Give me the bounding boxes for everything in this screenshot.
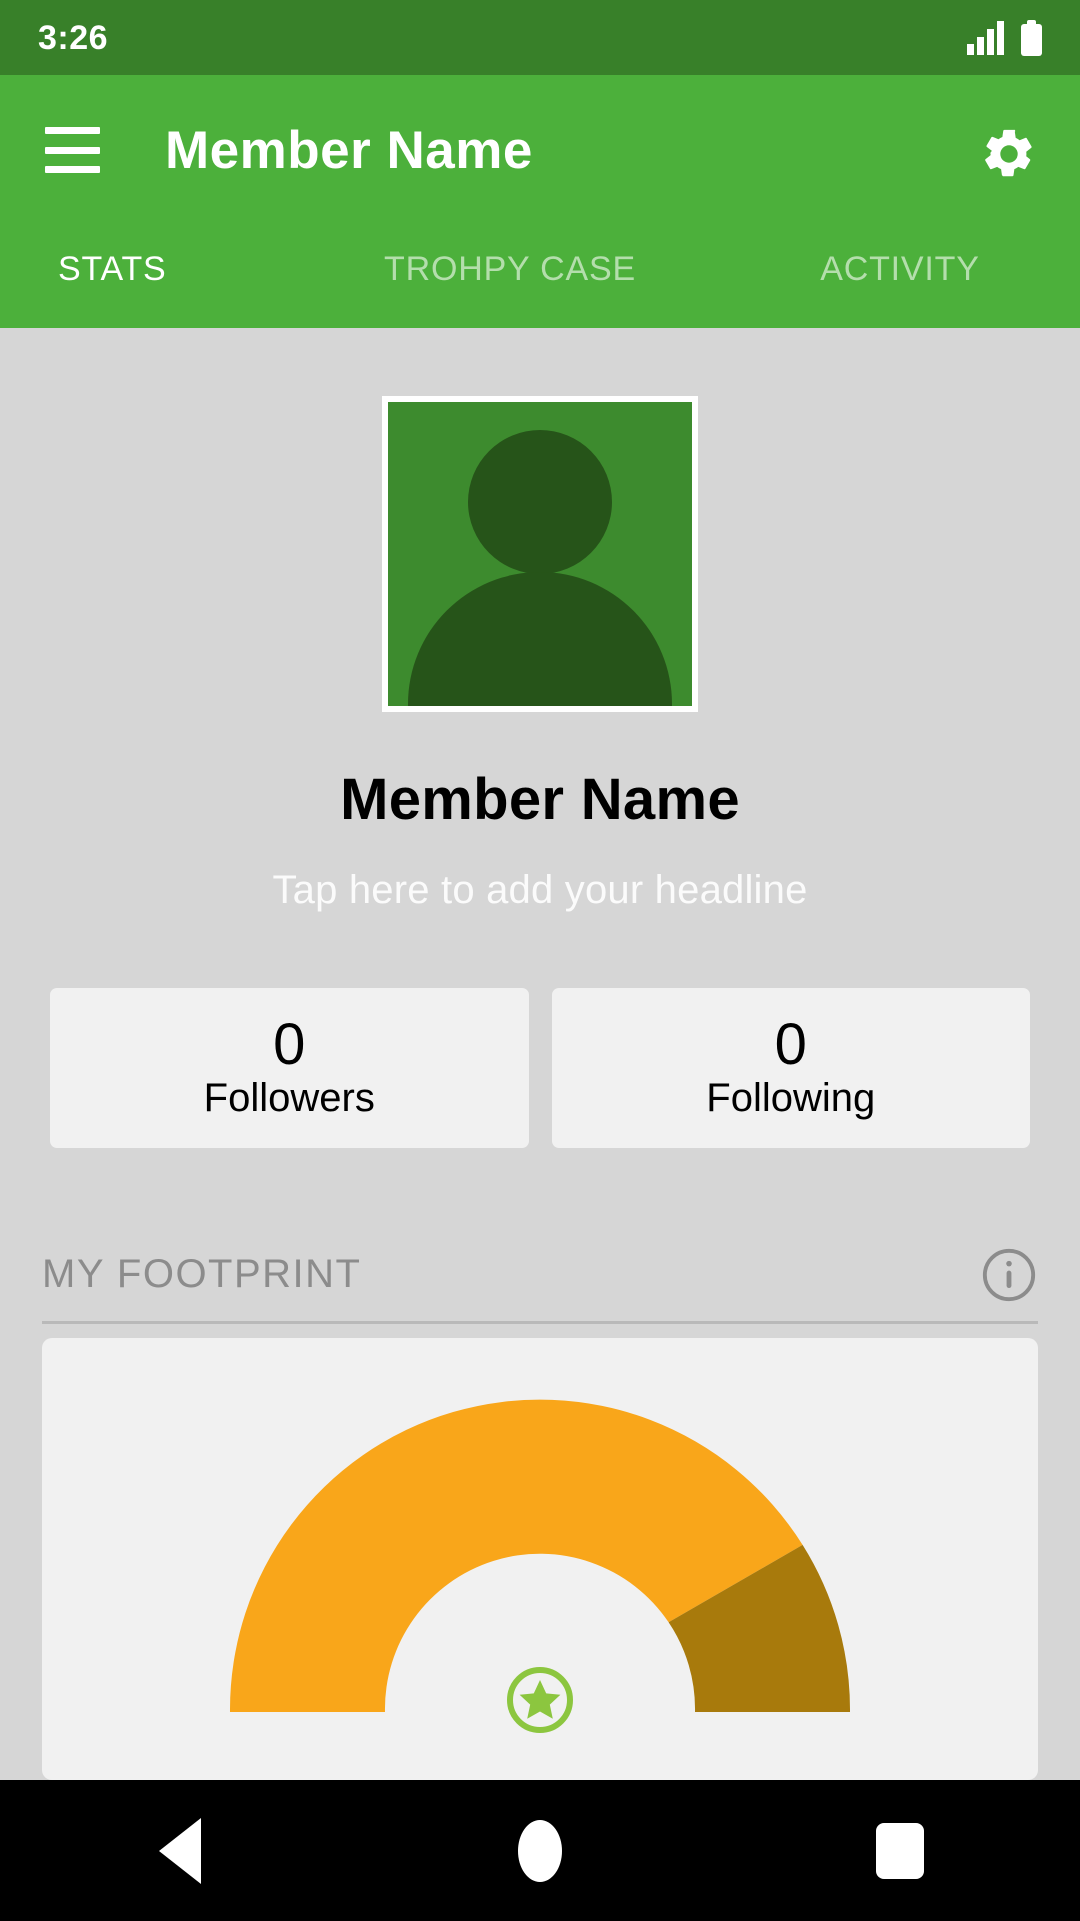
gear-icon[interactable] xyxy=(980,125,1038,183)
nav-recents-button[interactable] xyxy=(840,1806,960,1896)
tab-trophy-case[interactable]: TROHPY CASE xyxy=(300,250,720,303)
following-label: Following xyxy=(706,1075,876,1120)
following-count: 0 xyxy=(774,1012,807,1078)
footprint-gauge-card[interactable] xyxy=(42,1338,1038,1780)
profile-name: Member Name xyxy=(340,767,740,832)
android-navigation-bar xyxy=(0,1780,1080,1921)
status-bar: 3:26 xyxy=(0,0,1080,75)
followers-label: Followers xyxy=(203,1075,375,1120)
section-title: MY FOOTPRINT xyxy=(42,1252,362,1296)
content-area: Member Name Tap here to add your headlin… xyxy=(0,328,1080,1780)
tab-stats[interactable]: STATS xyxy=(0,250,300,303)
signal-bars-icon xyxy=(967,20,1004,55)
page-title: Member Name xyxy=(165,120,533,180)
my-footprint-header: MY FOOTPRINT xyxy=(42,1228,1038,1324)
back-triangle-icon xyxy=(159,1817,201,1884)
avatar-body-icon xyxy=(408,572,672,706)
followers-card[interactable]: 0 Followers xyxy=(50,988,529,1148)
app-bar-row: Member Name xyxy=(0,75,1080,225)
footprint-gauge-chart xyxy=(229,1399,851,1733)
avatar-head-icon xyxy=(468,430,612,574)
phone-screen: 3:26 Member Name STATS TROHPY CASE ACTIV… xyxy=(0,0,1080,1921)
headline-placeholder[interactable]: Tap here to add your headline xyxy=(0,868,1080,913)
recents-square-icon xyxy=(876,1822,924,1879)
home-circle-icon xyxy=(518,1819,562,1882)
app-bar: Member Name STATS TROHPY CASE ACTIVITY xyxy=(0,75,1080,328)
star-badge-icon xyxy=(507,1667,573,1733)
hamburger-menu-icon[interactable] xyxy=(45,127,100,173)
followers-count: 0 xyxy=(273,1012,306,1078)
nav-back-button[interactable] xyxy=(120,1806,240,1896)
tab-activity[interactable]: ACTIVITY xyxy=(720,250,1080,303)
avatar[interactable] xyxy=(382,396,698,712)
tab-bar: STATS TROHPY CASE ACTIVITY xyxy=(0,225,1080,328)
nav-home-button[interactable] xyxy=(480,1806,600,1896)
info-icon[interactable] xyxy=(980,1246,1038,1304)
stats-row: 0 Followers 0 Following xyxy=(50,988,1030,1148)
battery-icon xyxy=(1021,19,1042,56)
status-bar-clock: 3:26 xyxy=(38,18,109,57)
following-card[interactable]: 0 Following xyxy=(551,988,1030,1148)
status-bar-icons xyxy=(967,19,1042,56)
